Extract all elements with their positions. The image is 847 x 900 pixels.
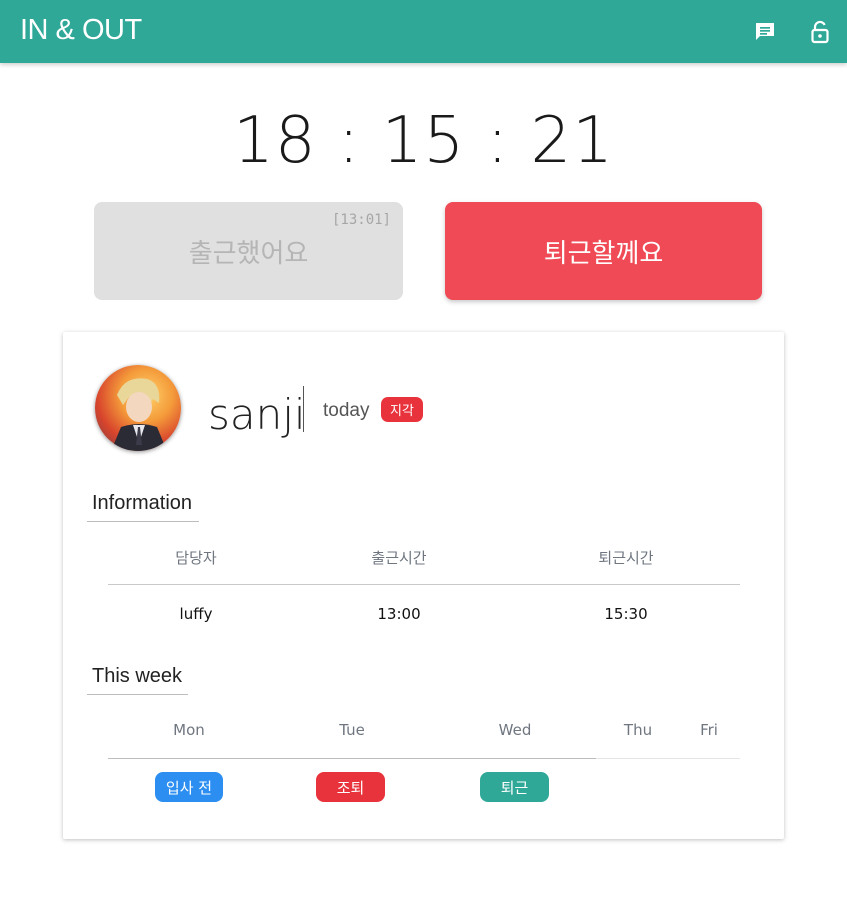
info-header-checkin: 출근시간 [371, 549, 427, 567]
chat-icon[interactable] [753, 20, 777, 44]
info-header-checkout: 퇴근시간 [598, 549, 654, 567]
status-badge-mon: 입사 전 [155, 772, 223, 802]
info-manager-value: luffy [179, 605, 213, 623]
checkout-label: 퇴근할께요 [543, 238, 664, 269]
status-badge: 지각 [381, 397, 423, 422]
week-day-tue: Tue [339, 721, 365, 739]
avatar [95, 365, 181, 451]
checkin-button: 출근했어요 [13:01] [94, 202, 403, 300]
info-header-manager: 담당자 [175, 549, 217, 567]
today-label: today [323, 400, 370, 421]
checkout-button[interactable]: 퇴근할께요 [445, 202, 762, 300]
app-title[interactable]: IN & OUT [20, 14, 142, 47]
lock-open-icon[interactable] [808, 20, 832, 44]
status-badge-tue: 조퇴 [316, 772, 385, 802]
section-title-information: Information [87, 492, 199, 522]
week-day-wed: Wed [498, 721, 532, 739]
week-day-thu: Thu [623, 721, 653, 739]
info-checkin-value: 13:00 [377, 605, 421, 623]
current-time-clock: 18 : 15 : 21 [233, 104, 614, 178]
app-header: IN & OUT [0, 0, 847, 63]
week-day-mon: Mon [173, 721, 205, 739]
username: sanji [208, 390, 306, 439]
week-day-fri: Fri [700, 721, 718, 739]
checkin-timestamp: [13:01] [331, 212, 391, 228]
status-badge-wed: 퇴근 [480, 772, 549, 802]
checkin-label: 출근했어요 [188, 238, 309, 269]
divider [108, 584, 740, 585]
divider [303, 386, 304, 432]
divider [596, 758, 740, 759]
info-checkout-value: 15:30 [604, 605, 648, 623]
attendance-card: sanji today 지각 Information 담당자 출근시간 퇴근시간… [63, 332, 784, 839]
section-title-this-week: This week [87, 665, 188, 695]
divider [108, 758, 596, 759]
